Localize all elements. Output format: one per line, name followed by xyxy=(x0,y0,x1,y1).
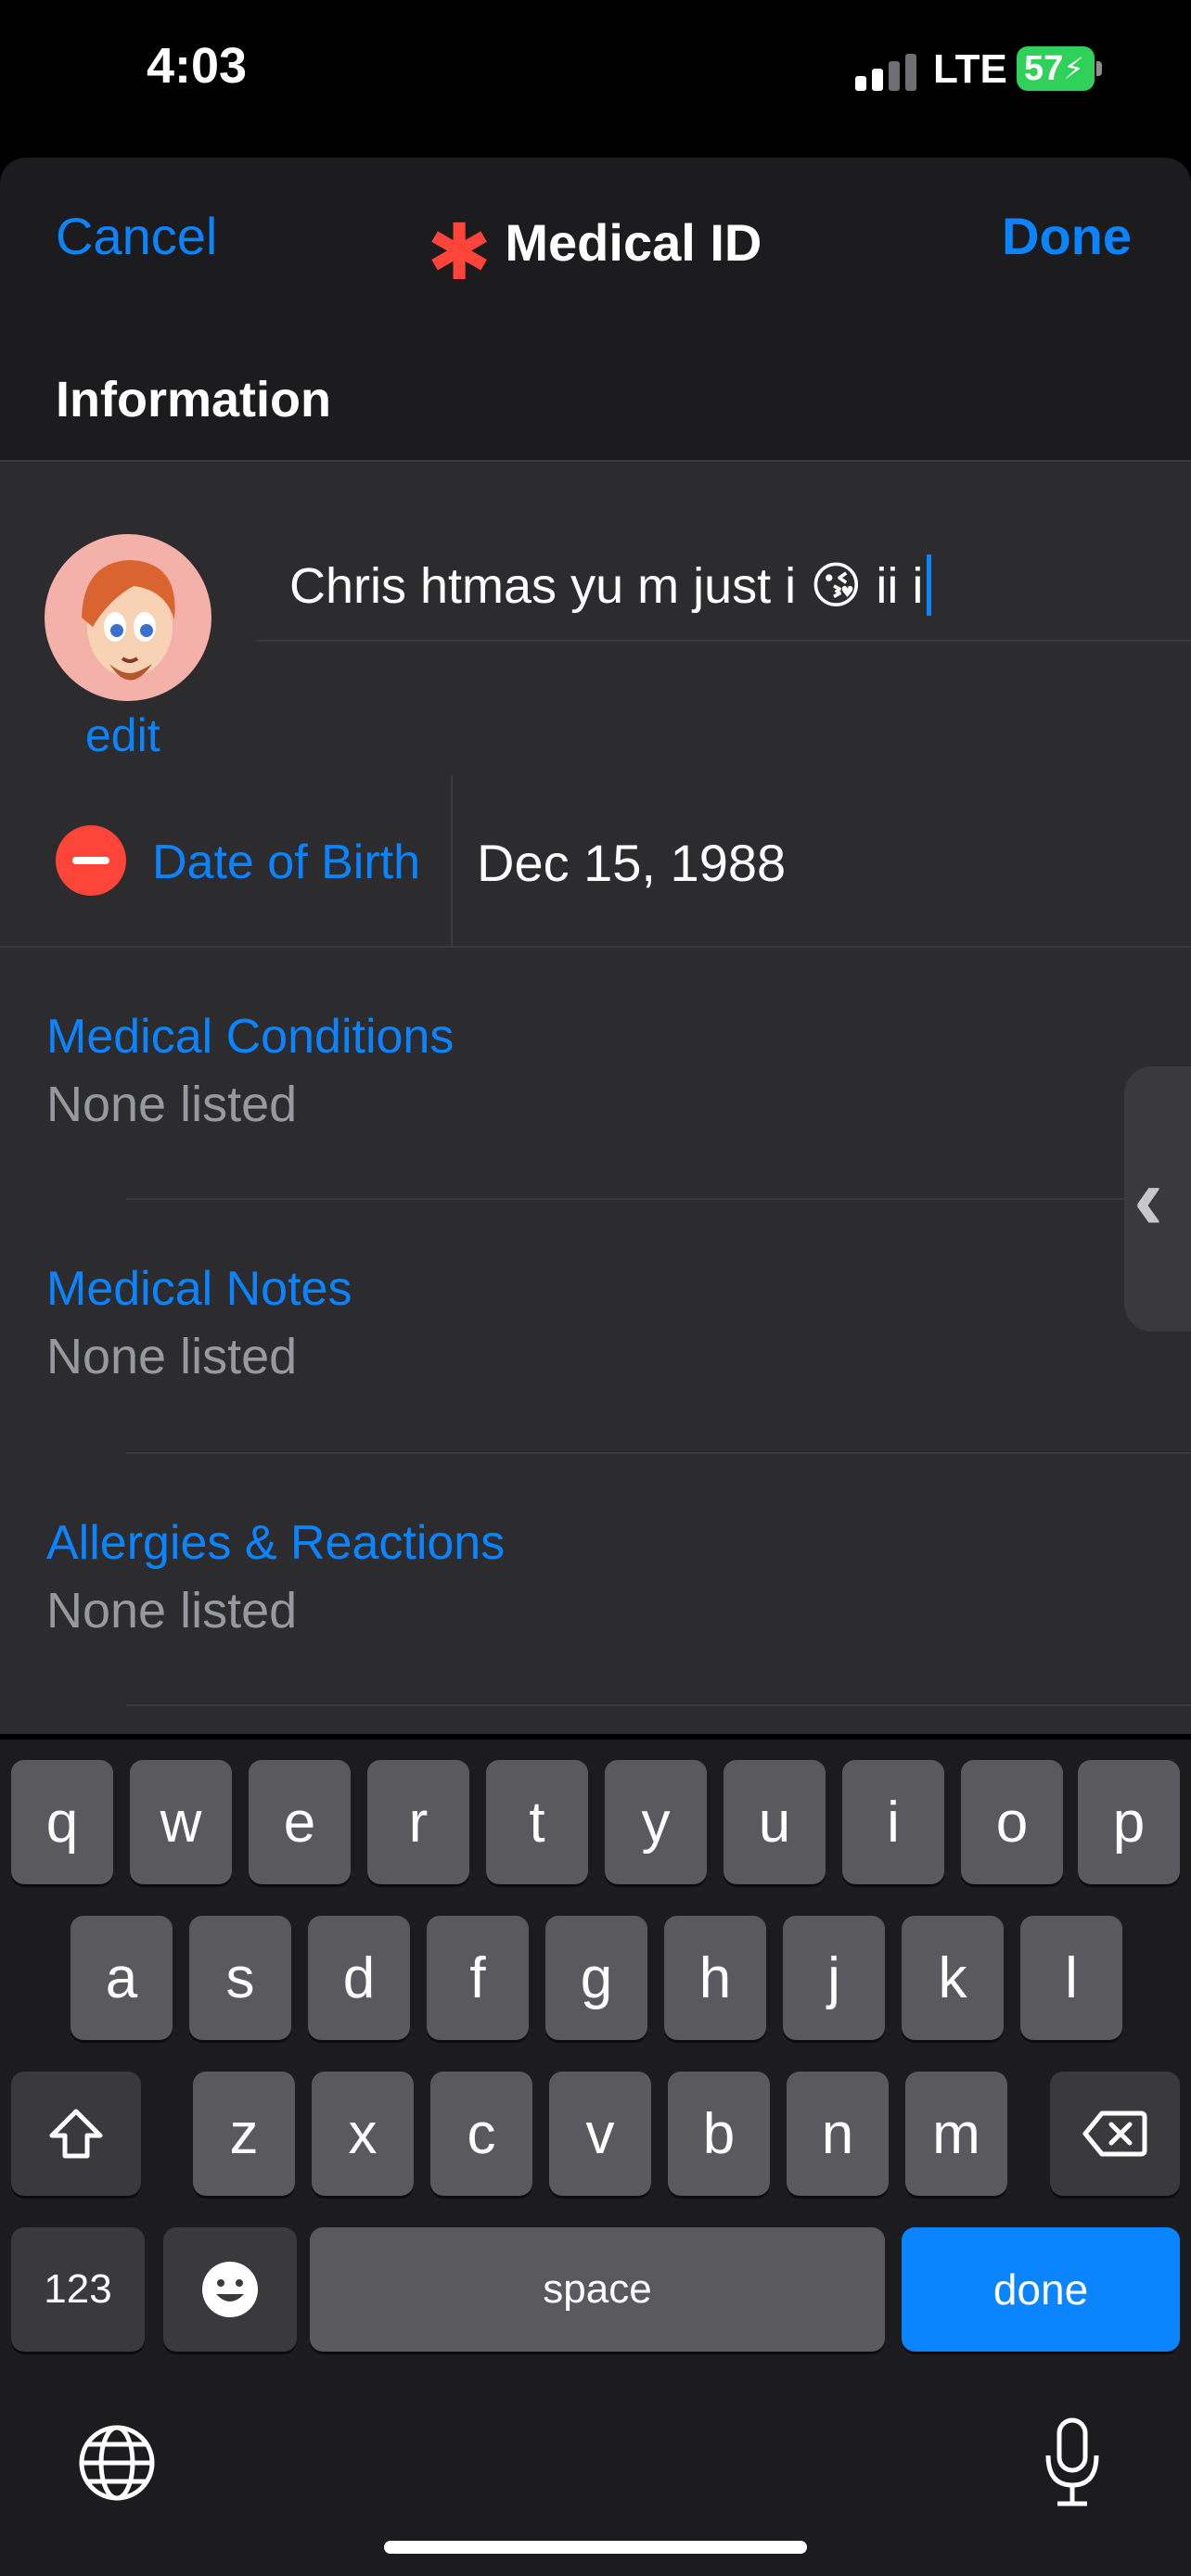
key-s[interactable]: s xyxy=(189,1916,291,2040)
charging-icon: ⚡ xyxy=(1063,52,1084,85)
medical-conditions-value[interactable]: None listed xyxy=(46,1076,297,1133)
dob-label[interactable]: Date of Birth xyxy=(152,835,420,890)
done-button[interactable]: Done xyxy=(1002,206,1132,266)
field-divider xyxy=(126,1704,1191,1706)
done-key[interactable]: done xyxy=(902,2227,1180,2352)
header-divider xyxy=(0,460,1191,462)
key-u[interactable]: u xyxy=(724,1760,826,1884)
medical-notes-label[interactable]: Medical Notes xyxy=(46,1261,352,1317)
battery-icon: 57 ⚡ xyxy=(1017,46,1095,91)
name-field-text: Chris htmas yu m just i 😘 ii i xyxy=(289,557,924,614)
edit-photo-link[interactable]: edit xyxy=(85,708,160,762)
nav-title-group: ✱ Medical ID xyxy=(427,206,762,296)
numbers-key[interactable]: 123 xyxy=(11,2227,145,2352)
backspace-icon xyxy=(1082,2111,1147,2157)
field-divider xyxy=(126,1452,1191,1454)
keyboard: q w e r t y u i o p a s d f g h j k l z … xyxy=(0,1740,1191,2576)
memoji-icon xyxy=(82,560,175,681)
allergies-value[interactable]: None listed xyxy=(46,1582,297,1639)
page-title: Medical ID xyxy=(505,212,762,272)
key-i[interactable]: i xyxy=(842,1760,944,1884)
shift-icon xyxy=(49,2109,103,2159)
key-p[interactable]: p xyxy=(1078,1760,1180,1884)
cancel-button[interactable]: Cancel xyxy=(56,206,217,266)
network-type: LTE xyxy=(933,46,1007,92)
key-n[interactable]: n xyxy=(787,2072,889,2196)
delete-key[interactable] xyxy=(1050,2072,1180,2196)
name-field[interactable]: Chris htmas yu m just i 😘 ii i xyxy=(289,555,1180,616)
dob-row-divider xyxy=(0,946,1191,948)
key-f[interactable]: f xyxy=(427,1916,529,2040)
section-title: Information xyxy=(56,372,331,427)
key-a[interactable]: a xyxy=(70,1916,173,2040)
key-k[interactable]: k xyxy=(902,1916,1004,2040)
key-z[interactable]: z xyxy=(193,2072,295,2196)
home-indicator[interactable] xyxy=(384,2541,807,2554)
medical-conditions-label[interactable]: Medical Conditions xyxy=(46,1009,454,1065)
key-c[interactable]: c xyxy=(430,2072,532,2196)
key-d[interactable]: d xyxy=(308,1916,410,2040)
key-j[interactable]: j xyxy=(783,1916,885,2040)
key-g[interactable]: g xyxy=(545,1916,647,2040)
emoji-key[interactable] xyxy=(163,2227,297,2352)
key-m[interactable]: m xyxy=(905,2072,1007,2196)
medical-notes-value[interactable]: None listed xyxy=(46,1328,297,1385)
dob-value[interactable]: Dec 15, 1988 xyxy=(477,833,786,893)
emoji-icon xyxy=(202,2262,258,2317)
key-l[interactable]: l xyxy=(1020,1916,1122,2040)
field-divider xyxy=(126,1198,1191,1200)
avatar[interactable] xyxy=(45,534,211,701)
microphone-icon[interactable] xyxy=(1043,2417,1102,2509)
text-cursor xyxy=(927,555,932,616)
key-r[interactable]: r xyxy=(367,1760,469,1884)
key-h[interactable]: h xyxy=(664,1916,766,2040)
space-key[interactable]: space xyxy=(310,2227,885,2352)
name-divider xyxy=(256,640,1191,642)
medical-asterisk-icon: ✱ xyxy=(427,209,493,296)
key-v[interactable]: v xyxy=(549,2072,651,2196)
key-b[interactable]: b xyxy=(668,2072,770,2196)
globe-icon[interactable] xyxy=(78,2424,156,2502)
key-x[interactable]: x xyxy=(312,2072,414,2196)
key-t[interactable]: t xyxy=(486,1760,588,1884)
dob-divider xyxy=(451,775,453,946)
status-time: 4:03 xyxy=(147,38,248,94)
battery-level: 57 xyxy=(1024,48,1064,88)
battery-tip xyxy=(1096,61,1102,76)
key-o[interactable]: o xyxy=(961,1760,1063,1884)
key-e[interactable]: e xyxy=(249,1760,351,1884)
key-y[interactable]: y xyxy=(605,1760,707,1884)
signal-icon xyxy=(855,50,920,91)
allergies-label[interactable]: Allergies & Reactions xyxy=(46,1515,505,1571)
shift-key[interactable] xyxy=(11,2072,141,2196)
key-w[interactable]: w xyxy=(130,1760,232,1884)
chevron-left-icon: ‹ xyxy=(1133,1149,1163,1248)
remove-dob-button[interactable] xyxy=(56,825,126,896)
key-q[interactable]: q xyxy=(11,1760,113,1884)
